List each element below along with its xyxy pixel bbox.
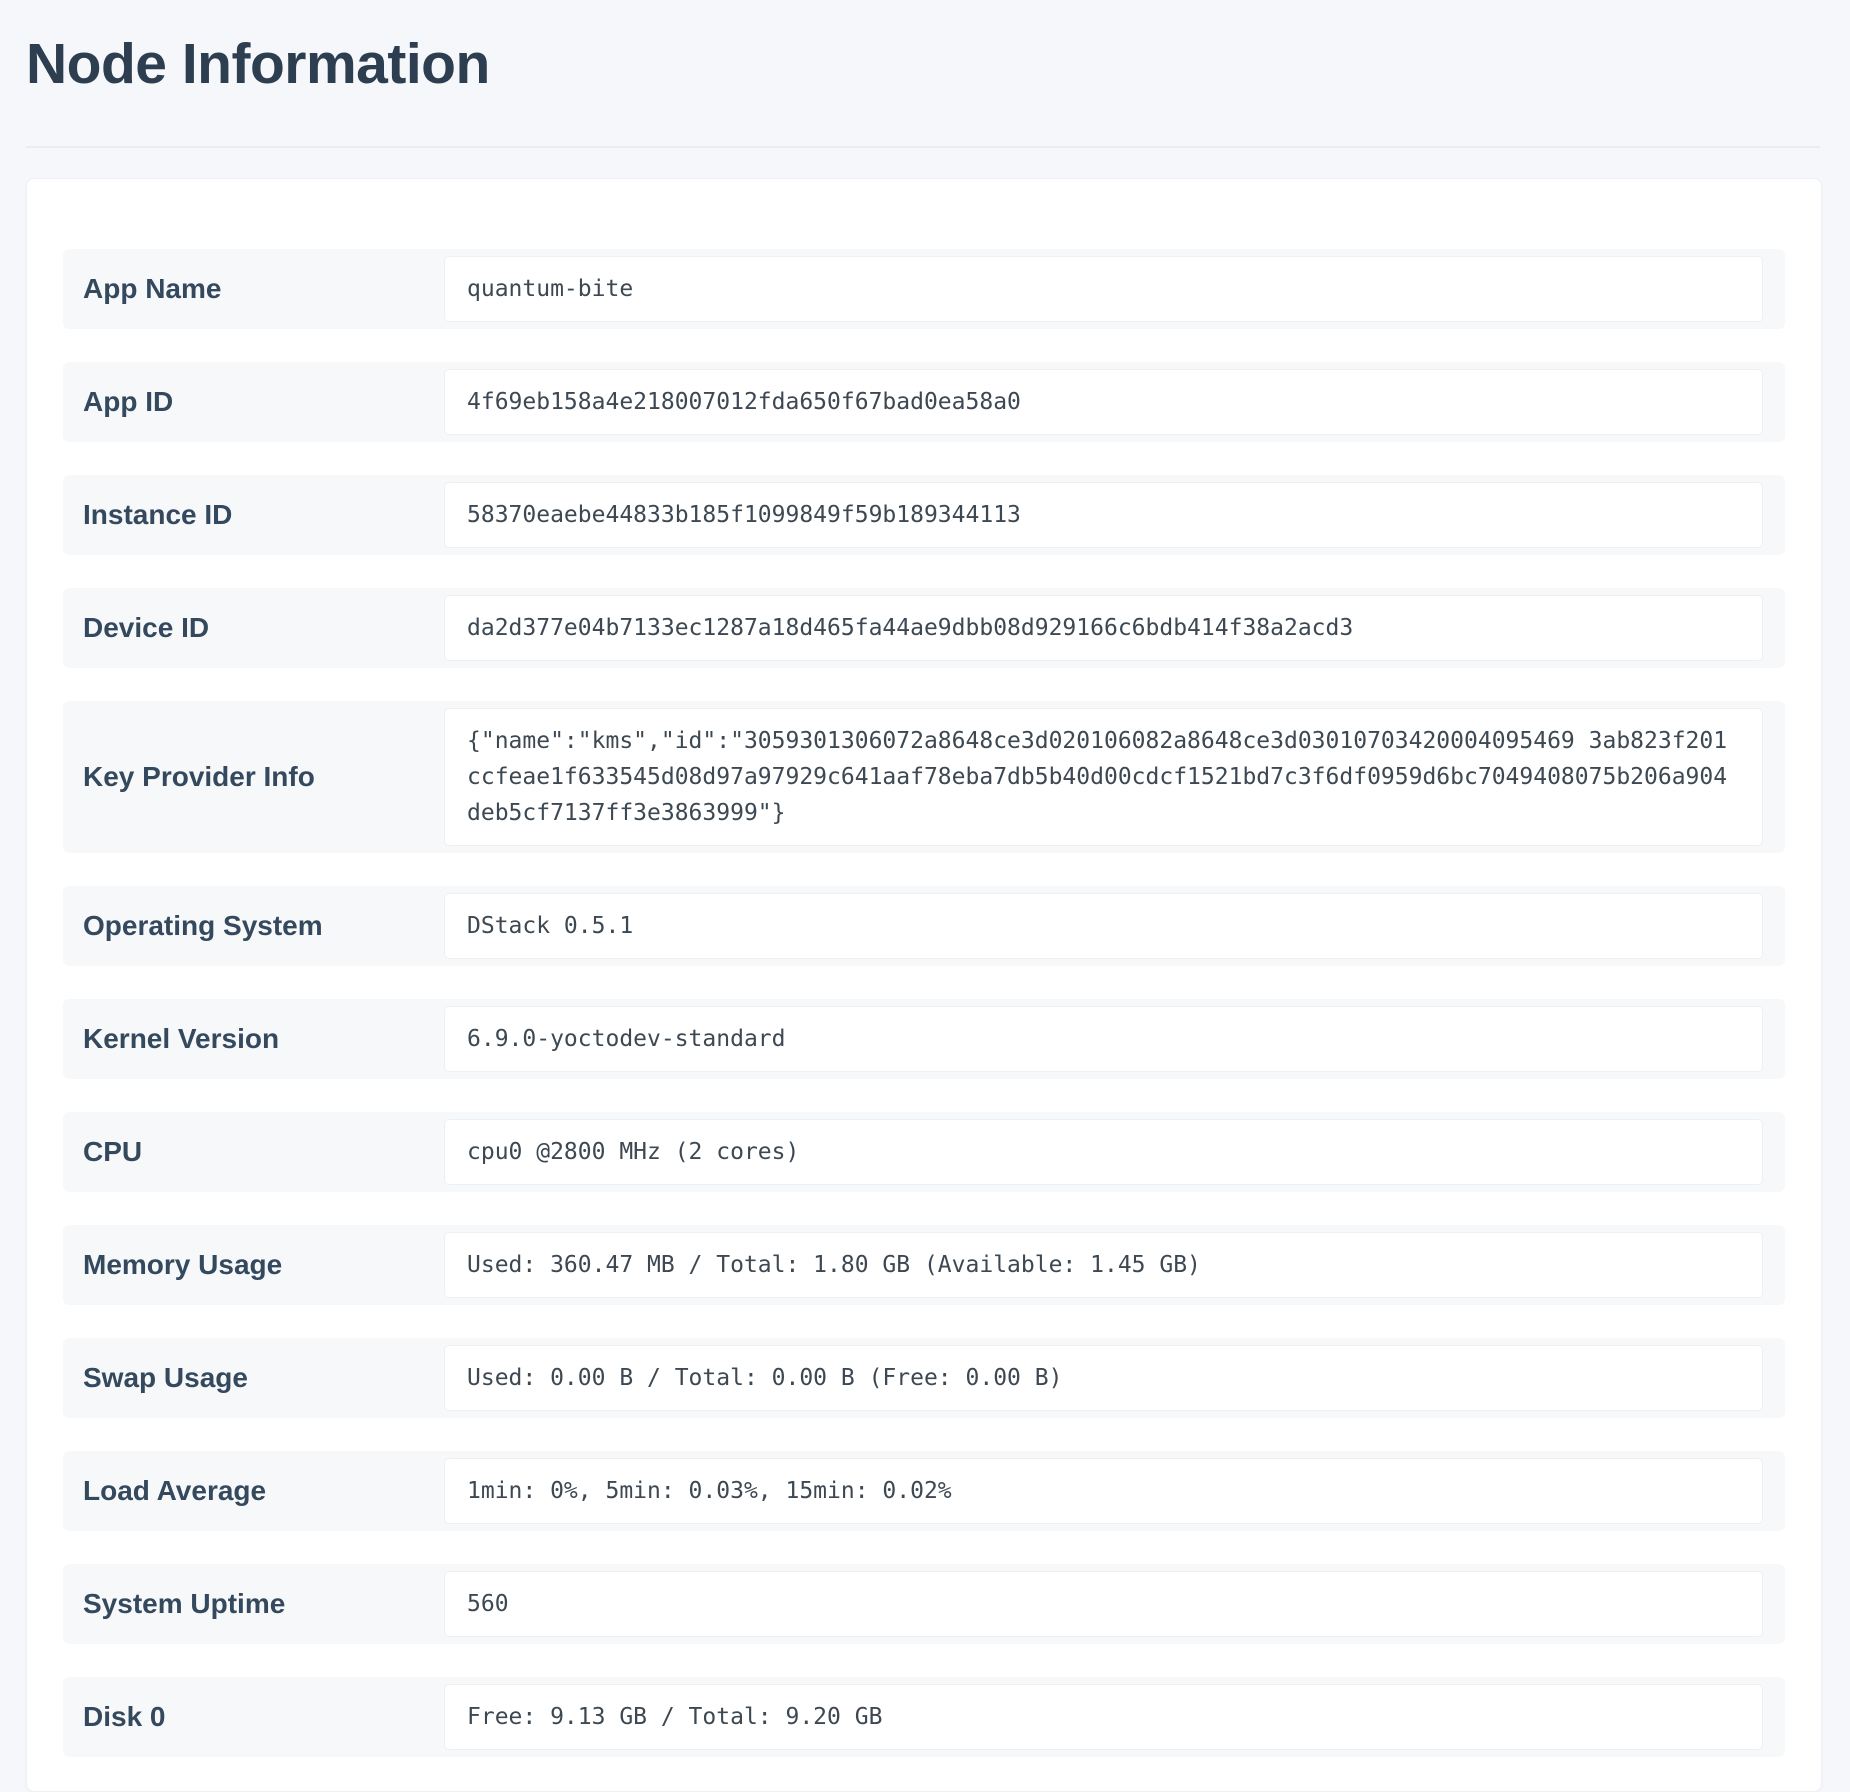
node-info-card: App Name quantum-bite App ID 4f69eb158a4… xyxy=(26,178,1822,1792)
info-value: 6.9.0-yoctodev-standard xyxy=(444,1006,1763,1072)
info-label: Load Average xyxy=(83,1475,267,1506)
info-label: Kernel Version xyxy=(83,1023,280,1054)
info-value: Free: 9.13 GB / Total: 9.20 GB xyxy=(444,1684,1763,1750)
info-row-system-uptime: System Uptime 560 xyxy=(63,1564,1785,1644)
info-row-key-provider-info: Key Provider Info {"name":"kms","id":"30… xyxy=(63,701,1785,853)
info-label: Key Provider Info xyxy=(83,761,315,792)
page-title: Node Information xyxy=(26,32,490,96)
info-label: App Name xyxy=(83,273,222,304)
info-row-app-id: App ID 4f69eb158a4e218007012fda650f67bad… xyxy=(63,362,1785,442)
info-row-cpu: CPU cpu0 @2800 MHz (2 cores) xyxy=(63,1112,1785,1192)
info-row-memory-usage: Memory Usage Used: 360.47 MB / Total: 1.… xyxy=(63,1225,1785,1305)
node-information-page: Node Information App Name quantum-bite A… xyxy=(0,0,1850,1792)
info-value: 1min: 0%, 5min: 0.03%, 15min: 0.02% xyxy=(444,1458,1763,1524)
info-label: Swap Usage xyxy=(83,1362,248,1393)
info-value: 4f69eb158a4e218007012fda650f67bad0ea58a0 xyxy=(444,369,1763,435)
info-value: DStack 0.5.1 xyxy=(444,893,1763,959)
info-row-kernel-version: Kernel Version 6.9.0-yoctodev-standard xyxy=(63,999,1785,1079)
info-value: Used: 0.00 B / Total: 0.00 B (Free: 0.00… xyxy=(444,1345,1763,1411)
info-value: da2d377e04b7133ec1287a18d465fa44ae9dbb08… xyxy=(444,595,1763,661)
info-value: 560 xyxy=(444,1571,1763,1637)
info-row-app-name: App Name quantum-bite xyxy=(63,249,1785,329)
info-label: Operating System xyxy=(83,910,323,941)
info-row-device-id: Device ID da2d377e04b7133ec1287a18d465fa… xyxy=(63,588,1785,668)
info-label: Disk 0 xyxy=(83,1701,166,1732)
info-label: Instance ID xyxy=(83,499,233,530)
info-value: {"name":"kms","id":"3059301306072a8648ce… xyxy=(444,708,1763,846)
info-row-disk-0: Disk 0 Free: 9.13 GB / Total: 9.20 GB xyxy=(63,1677,1785,1757)
info-row-operating-system: Operating System DStack 0.5.1 xyxy=(63,886,1785,966)
info-value: Used: 360.47 MB / Total: 1.80 GB (Availa… xyxy=(444,1232,1763,1298)
info-row-instance-id: Instance ID 58370eaebe44833b185f1099849f… xyxy=(63,475,1785,555)
info-value: cpu0 @2800 MHz (2 cores) xyxy=(444,1119,1763,1185)
info-label: Memory Usage xyxy=(83,1249,283,1280)
info-row-load-average: Load Average 1min: 0%, 5min: 0.03%, 15mi… xyxy=(63,1451,1785,1531)
info-label: Device ID xyxy=(83,612,210,643)
info-value: quantum-bite xyxy=(444,256,1763,322)
info-label: App ID xyxy=(83,386,174,417)
title-divider xyxy=(26,146,1820,148)
info-value: 58370eaebe44833b185f1099849f59b189344113 xyxy=(444,482,1763,548)
info-label: CPU xyxy=(83,1136,143,1167)
info-label: System Uptime xyxy=(83,1588,286,1619)
info-row-swap-usage: Swap Usage Used: 0.00 B / Total: 0.00 B … xyxy=(63,1338,1785,1418)
